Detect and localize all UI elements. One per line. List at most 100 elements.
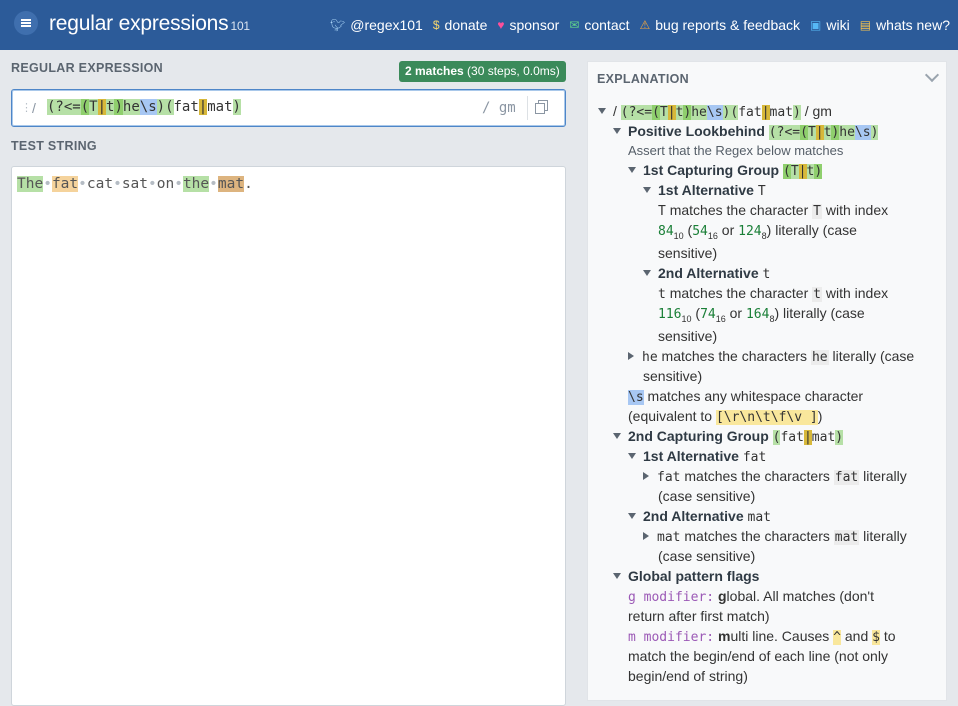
m-flag-line1: m modifier: multi line. Causes ^ and $ t… (628, 626, 896, 648)
alt1-desc-line2: 8410 (5416 or 1248) literally (case (658, 222, 857, 241)
brand-version: 101 (230, 19, 250, 33)
editor-panel: REGULAR EXPRESSION 2 matches (30 steps, … (0, 50, 576, 706)
alt1-hex: 54 (692, 224, 708, 239)
collapsed-triangle-icon (628, 352, 634, 360)
explanation-panel: EXPLANATION / (?<=(T|t)he\s)(fat|mat) / … (576, 50, 958, 701)
alt1-node[interactable]: 1st Alternative T (643, 180, 766, 202)
case-text: literally (case (775, 222, 857, 238)
mat-desc-b: literally (863, 528, 907, 544)
copy-icon[interactable] (527, 96, 555, 120)
alt2-node[interactable]: 2nd Alternative t (643, 263, 770, 285)
regex-flags[interactable]: / gm (482, 100, 516, 116)
m-bold: m (717, 628, 731, 644)
alt2-title: 2nd Alternative (658, 265, 759, 281)
g2-alt2-token: mat (747, 510, 771, 525)
nav-links: 🐦︎ @regex101 $ donate ♥ sponsor ✉ contact ⚠ b… (330, 17, 950, 33)
alt2-char: t (658, 287, 666, 302)
alt1-dec: 84 (658, 224, 674, 239)
nav-sponsor-link[interactable]: ♥ sponsor (497, 17, 559, 33)
drag-handle-icon[interactable]: ⋮ (21, 101, 32, 114)
nav-link-label: wiki (826, 17, 850, 33)
expand-triangle-icon (628, 513, 636, 519)
group2-node[interactable]: 2nd Capturing Group (fat|mat) (613, 426, 844, 448)
chat-icon: ▣ (810, 18, 822, 32)
mat-desc: matches the characters (684, 528, 830, 544)
expand-triangle-icon (613, 573, 621, 579)
alt2-char-box: t (812, 287, 822, 302)
test-string-editor[interactable]: The•fat•cat•sat•on•the•mat. (11, 166, 566, 706)
group1-node[interactable]: 1st Capturing Group (T|t) (628, 160, 823, 182)
alt1-char: T (658, 204, 666, 219)
g2-alt2-case: (case sensitive) (658, 548, 756, 564)
flags-node[interactable]: Global pattern flags (613, 566, 759, 586)
nav-wiki-link[interactable]: ▣ wiki (810, 17, 850, 33)
g2-alt1-token: fat (742, 450, 767, 465)
test-string-label: TEST STRING (11, 139, 97, 153)
g2-alt2-node[interactable]: 2nd Alternative mat (628, 506, 771, 528)
brand-logo[interactable]: regular expressions 101 (49, 12, 250, 36)
g2-alt1-node[interactable]: 1st Alternative fat (628, 446, 766, 468)
flags-title: Global pattern flags (628, 568, 760, 584)
regex-input[interactable]: ⋮ / (?<=(T|t)he\s)(fat|mat) / gm (11, 89, 566, 127)
whitespace-node[interactable]: \s matches any whitespace character (628, 386, 863, 408)
expand-triangle-icon (613, 128, 621, 134)
g2-alt1-desc[interactable]: fat matches the characters fat literally (643, 466, 907, 488)
nav-twitter-link[interactable]: 🐦︎ @regex101 (330, 17, 423, 33)
nav-donate-link[interactable]: $ donate (433, 17, 488, 33)
regex-open-delimiter: / (32, 100, 36, 116)
he-desc: matches the characters (661, 348, 808, 364)
ws-equiv-b: ) (817, 408, 823, 424)
alt1-char-box: T (812, 204, 822, 219)
ws-equiv-set: [\r\n\t\f\v ] (715, 410, 818, 425)
twitter-icon: 🐦︎ (330, 18, 346, 32)
ws-equiv: (equivalent to [\r\n\t\f\v ]) (628, 406, 822, 428)
nav-whats-new-link[interactable]: ▤ whats new? (860, 17, 950, 33)
brand-title: regular expressions (49, 12, 229, 35)
match-count: 2 matches (405, 64, 464, 78)
lookbehind-node[interactable]: Positive Lookbehind (?<=(T|t)he\s) (613, 121, 879, 143)
dollar-icon: $ (432, 18, 440, 32)
alt2-desc-b: with index (825, 285, 889, 301)
he-node[interactable]: he matches the characters he literally (… (628, 346, 914, 368)
he-desc-line2: sensitive) (643, 368, 703, 384)
group2-title: 2nd Capturing Group (628, 428, 769, 444)
he-token-box: he (810, 350, 829, 365)
nav-link-label: donate (444, 17, 488, 33)
alt1-desc-line1: T matches the character T with index (658, 200, 888, 222)
explanation-title: EXPLANATION (597, 72, 689, 86)
g2-alt2-desc[interactable]: mat matches the characters mat literally (643, 526, 907, 548)
ws-desc: matches any whitespace character (647, 388, 864, 404)
dollar-token: $ (872, 630, 880, 645)
expand-triangle-icon (628, 167, 636, 173)
nav-link-label: contact (584, 17, 630, 33)
g2-alt1-title: 1st Alternative (643, 448, 739, 464)
gift-icon: ▤ (859, 18, 872, 32)
match-info-badge: 2 matches (30 steps, 0.0ms) (399, 61, 566, 82)
menu-icon[interactable] (14, 11, 38, 35)
nav-link-label: @regex101 (350, 17, 423, 33)
g-modifier: g modifier: (628, 590, 715, 605)
nav-link-label: bug reports & feedback (655, 17, 801, 33)
regex-section-label: REGULAR EXPRESSION (11, 61, 163, 75)
nav-contact-link[interactable]: ✉ contact (569, 17, 629, 33)
m-modifier: m modifier: (628, 630, 715, 645)
alt1-desc-line3: sensitive) (658, 245, 718, 261)
fat-token-box: fat (833, 470, 860, 485)
collapsed-triangle-icon (643, 532, 649, 540)
alt1-desc-a: matches the character (669, 202, 809, 218)
he-token: he (642, 350, 658, 365)
explanation-root[interactable]: / (?<=(T|t)he\s)(fat|mat) / gm (598, 101, 832, 123)
lookbehind-desc: Assert that the Regex below matches (628, 143, 844, 158)
alt2-oct: 164 (745, 307, 770, 322)
regex-pattern[interactable]: (?<=(T|t)he\s)(fat|mat) (47, 99, 241, 115)
fat-desc-b: literally (863, 468, 907, 484)
he-desc-b: literally (case (832, 348, 915, 364)
g-flag-line2: return after first match) (628, 608, 770, 624)
alt2-desc-line1: t matches the character t with index (658, 283, 888, 305)
test-string-text[interactable]: The•fat•cat•sat•on•the•mat. (17, 176, 253, 192)
mat-token-box: mat (833, 530, 860, 545)
alt1-title: 1st Alternative (658, 182, 754, 198)
ws-equiv-a: (equivalent to (628, 408, 713, 424)
g2-alt2-title: 2nd Alternative (643, 508, 744, 524)
nav-bug-reports-link[interactable]: ⚠ bug reports & feedback (640, 17, 801, 33)
